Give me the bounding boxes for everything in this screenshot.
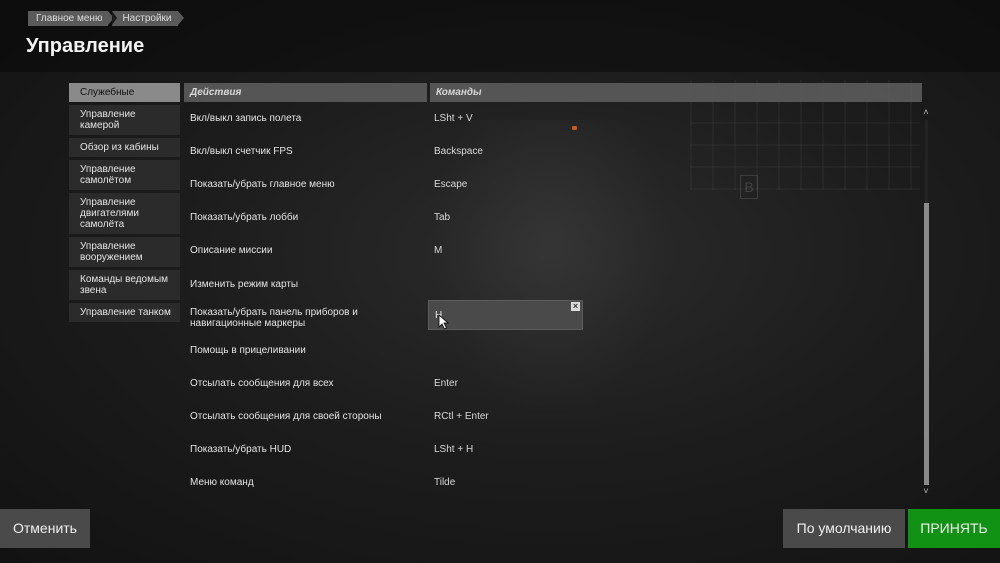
action-label: Меню команд <box>190 477 254 488</box>
table-header: Действия Команды <box>184 83 932 102</box>
action-label: Показать/убрать главное меню <box>190 179 335 190</box>
breadcrumb-main-menu[interactable]: Главное меню <box>28 11 115 26</box>
key-binding[interactable]: Enter <box>434 367 584 400</box>
key-binding[interactable]: LSht + H <box>434 433 584 466</box>
sidebar-item[interactable]: Управление камерой <box>69 105 180 135</box>
action-label: Показать/убрать панель приборов и навига… <box>190 306 358 329</box>
sidebar-item[interactable]: Управление двигателями самолёта <box>69 193 180 234</box>
key-binding-input[interactable]: H × <box>428 300 583 330</box>
action-label: Показать/убрать лобби <box>190 212 299 223</box>
action-label: Отсылать сообщения для своей стороны <box>190 411 382 422</box>
table-row[interactable]: Меню команд Tilde <box>184 466 920 499</box>
key-binding[interactable] <box>434 268 584 301</box>
sidebar-item[interactable]: Обзор из кабины <box>69 138 180 157</box>
action-label: Отсылать сообщения для всех <box>190 378 334 389</box>
key-binding[interactable]: LSht + V <box>434 102 584 135</box>
table-row[interactable]: Вкл/выкл счетчик FPS Backspace <box>184 135 920 168</box>
scrollbar-thumb[interactable] <box>924 203 929 485</box>
key-binding[interactable]: Tilde <box>434 466 584 499</box>
action-label: Вкл/выкл запись полета <box>190 113 302 124</box>
cancel-button[interactable]: Отменить <box>0 509 90 548</box>
accept-button[interactable]: ПРИНЯТЬ <box>908 509 1000 548</box>
action-label: Описание миссии <box>190 245 273 256</box>
action-label: Вкл/выкл счетчик FPS <box>190 146 293 157</box>
page-title: Управление <box>26 35 145 57</box>
key-binding[interactable] <box>434 334 584 367</box>
sidebar-item[interactable]: Команды ведомым звена <box>69 270 180 300</box>
sidebar-item[interactable]: Служебные <box>69 83 180 102</box>
breadcrumb-settings[interactable]: Настройки <box>112 11 184 26</box>
reset-defaults-button[interactable]: По умолчанию <box>783 509 905 548</box>
table-row[interactable]: Отсылать сообщения для своей стороны RCtl… <box>184 400 920 433</box>
column-header-actions: Действия <box>184 83 427 102</box>
sidebar-item[interactable]: Управление самолётом <box>69 160 180 190</box>
table-row[interactable]: Показать/убрать HUD LSht + H <box>184 433 920 466</box>
controls-table: Действия Команды Вкл/выкл запись полета L… <box>184 83 932 500</box>
table-row[interactable]: Показать/убрать главное меню Escape <box>184 168 920 201</box>
scroll-down-icon[interactable]: ˅ <box>921 486 931 496</box>
table-row[interactable]: Вкл/выкл запись полета LSht + V <box>184 102 920 135</box>
mouse-cursor-icon <box>438 314 450 330</box>
key-binding[interactable]: Escape <box>434 168 584 201</box>
table-row[interactable]: Показать/убрать лобби Tab <box>184 201 920 234</box>
action-label: Показать/убрать HUD <box>190 444 292 455</box>
header-bar: Главное меню Настройки Управление <box>0 0 1000 72</box>
key-binding[interactable]: Tab <box>434 201 584 234</box>
breadcrumb: Главное меню Настройки <box>28 11 184 26</box>
scroll-up-icon[interactable]: ˄ <box>921 107 931 117</box>
action-label: Помощь в прицеливании <box>190 345 306 356</box>
action-label: Изменить режим карты <box>190 279 299 290</box>
table-row[interactable]: Описание миссии M <box>184 234 920 267</box>
key-binding[interactable]: RCtl + Enter <box>434 400 584 433</box>
sidebar-item[interactable]: Управление вооружением <box>69 237 180 267</box>
table-row[interactable]: Помощь в прицеливании <box>184 334 920 367</box>
table-row[interactable]: Отсылать сообщения для всех Enter <box>184 367 920 400</box>
column-header-commands: Команды <box>430 83 922 102</box>
key-binding[interactable]: Backspace <box>434 135 584 168</box>
table-row[interactable]: Изменить режим карты <box>184 268 920 301</box>
close-icon[interactable]: × <box>571 302 580 311</box>
category-sidebar: Служебные Управление камерой Обзор из каби… <box>69 83 180 325</box>
key-binding[interactable]: M <box>434 234 584 267</box>
sidebar-item[interactable]: Управление танком <box>69 303 180 322</box>
